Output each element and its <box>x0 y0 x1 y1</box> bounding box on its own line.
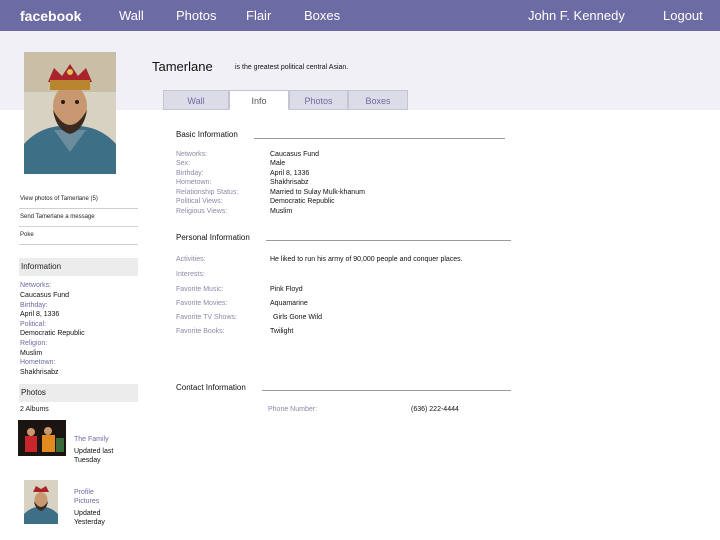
info-networks-label: Networks: <box>20 282 52 289</box>
contact-information-title: Contact Information <box>176 383 246 392</box>
phone-number-value: (636) 222-4444 <box>411 406 459 413</box>
favorite-music-label: Favorite Music: <box>176 286 224 293</box>
basic-hometown-value[interactable]: Shakhrisabz <box>270 179 309 186</box>
profile-status: is the greatest political central Asian. <box>235 64 349 71</box>
favorite-music-value[interactable]: Pink Floyd <box>270 286 303 293</box>
nav-link-photos[interactable]: Photos <box>176 8 216 23</box>
info-hometown-label: Hometown: <box>20 359 56 366</box>
information-header: Information <box>19 258 138 276</box>
basic-birthday-value[interactable]: April 8, 1336 <box>270 170 309 177</box>
info-birthday-value[interactable]: April 8, 1336 <box>20 311 59 318</box>
tab-photos[interactable]: Photos <box>289 90 348 110</box>
basic-networks-value[interactable]: Caucasus Fund <box>270 151 319 158</box>
basic-hometown-label: Hometown: <box>176 179 212 186</box>
basic-birthday-label: Birthday: <box>176 170 204 177</box>
basic-relationship-label: Relationship Status: <box>176 189 239 196</box>
current-user-link[interactable]: John F. Kennedy <box>528 8 625 23</box>
section-divider <box>254 138 505 139</box>
sidebar-divider <box>19 208 138 209</box>
favorite-books-label: Favorite Books: <box>176 328 225 335</box>
basic-sex-label: Sex: <box>176 160 191 167</box>
favorite-movies-label: Favorite Movies: <box>176 300 228 307</box>
album-updated-value: Tuesday <box>74 457 101 464</box>
basic-political-label: Political Views: <box>176 198 223 205</box>
activities-label: Activities: <box>176 256 206 263</box>
album-updated-label: Updated last <box>74 448 114 455</box>
nav-link-wall[interactable]: Wall <box>119 8 144 23</box>
favorite-tv-value[interactable]: Girls Gone Wild <box>273 314 322 321</box>
basic-political-value[interactable]: Democratic Republic <box>270 198 335 205</box>
profile-picture[interactable] <box>24 52 116 174</box>
sidebar-divider <box>19 244 138 245</box>
basic-sex-value: Male <box>270 160 286 167</box>
activities-value: He liked to run his army of 90,000 peopl… <box>270 256 463 263</box>
tab-info[interactable]: Info <box>229 90 289 110</box>
logout-link[interactable]: Logout <box>663 8 703 23</box>
facebook-logo[interactable]: facebook <box>20 8 81 24</box>
basic-religious-value[interactable]: Muslim <box>270 208 292 215</box>
info-networks-value[interactable]: Caucasus Fund <box>20 292 69 299</box>
album-thumbnail-family[interactable] <box>18 420 66 456</box>
basic-religious-label: Religious Views: <box>176 208 228 215</box>
album-title-profile[interactable]: Profile <box>74 489 94 496</box>
send-message-link[interactable]: Send Tamerlane a message <box>20 214 95 220</box>
favorite-books-value[interactable]: Twilight <box>270 328 293 335</box>
poke-link[interactable]: Poke <box>20 232 34 238</box>
profile-name: Tamerlane <box>152 59 213 74</box>
view-photos-link[interactable]: View photos of Tamerlane (5) <box>20 196 98 202</box>
phone-number-label: Phone Number: <box>268 406 318 413</box>
top-nav-bar: facebook Wall Photos Flair Boxes John F.… <box>0 0 720 31</box>
info-religion-value[interactable]: Muslim <box>20 350 42 357</box>
info-hometown-value[interactable]: Shakhrisabz <box>20 369 59 376</box>
basic-networks-label: Networks: <box>176 151 208 158</box>
nav-link-flair[interactable]: Flair <box>246 8 271 23</box>
info-birthday-label: Birthday: <box>20 302 48 309</box>
sidebar-divider <box>19 226 138 227</box>
info-political-label: Political: <box>20 321 47 328</box>
favorite-movies-value[interactable]: Aquamarine <box>270 300 308 307</box>
personal-information-title: Personal Information <box>176 233 250 242</box>
basic-relationship-value[interactable]: Married to Sulay Mulk-khanum <box>270 189 365 196</box>
info-political-value[interactable]: Democratic Republic <box>20 330 85 337</box>
nav-link-boxes[interactable]: Boxes <box>304 8 340 23</box>
album-thumbnail-profile[interactable] <box>24 480 58 524</box>
tab-wall[interactable]: Wall <box>163 90 229 110</box>
album-title-family[interactable]: The Family <box>74 436 109 443</box>
info-religion-label: Religion: <box>20 340 48 347</box>
interests-label: Interests: <box>176 271 205 278</box>
album-updated-value: Yesterday <box>74 519 105 526</box>
photos-header: Photos <box>19 384 138 402</box>
album-title-profile-2[interactable]: Pictures <box>74 498 99 505</box>
basic-information-title: Basic Information <box>176 130 238 139</box>
album-updated-label: Updated <box>74 510 101 517</box>
section-divider <box>266 240 511 241</box>
favorite-tv-label: Favorite TV Shows: <box>176 314 237 321</box>
tab-boxes[interactable]: Boxes <box>348 90 408 110</box>
section-divider <box>262 390 511 391</box>
albums-count: 2 Albums <box>20 406 49 413</box>
